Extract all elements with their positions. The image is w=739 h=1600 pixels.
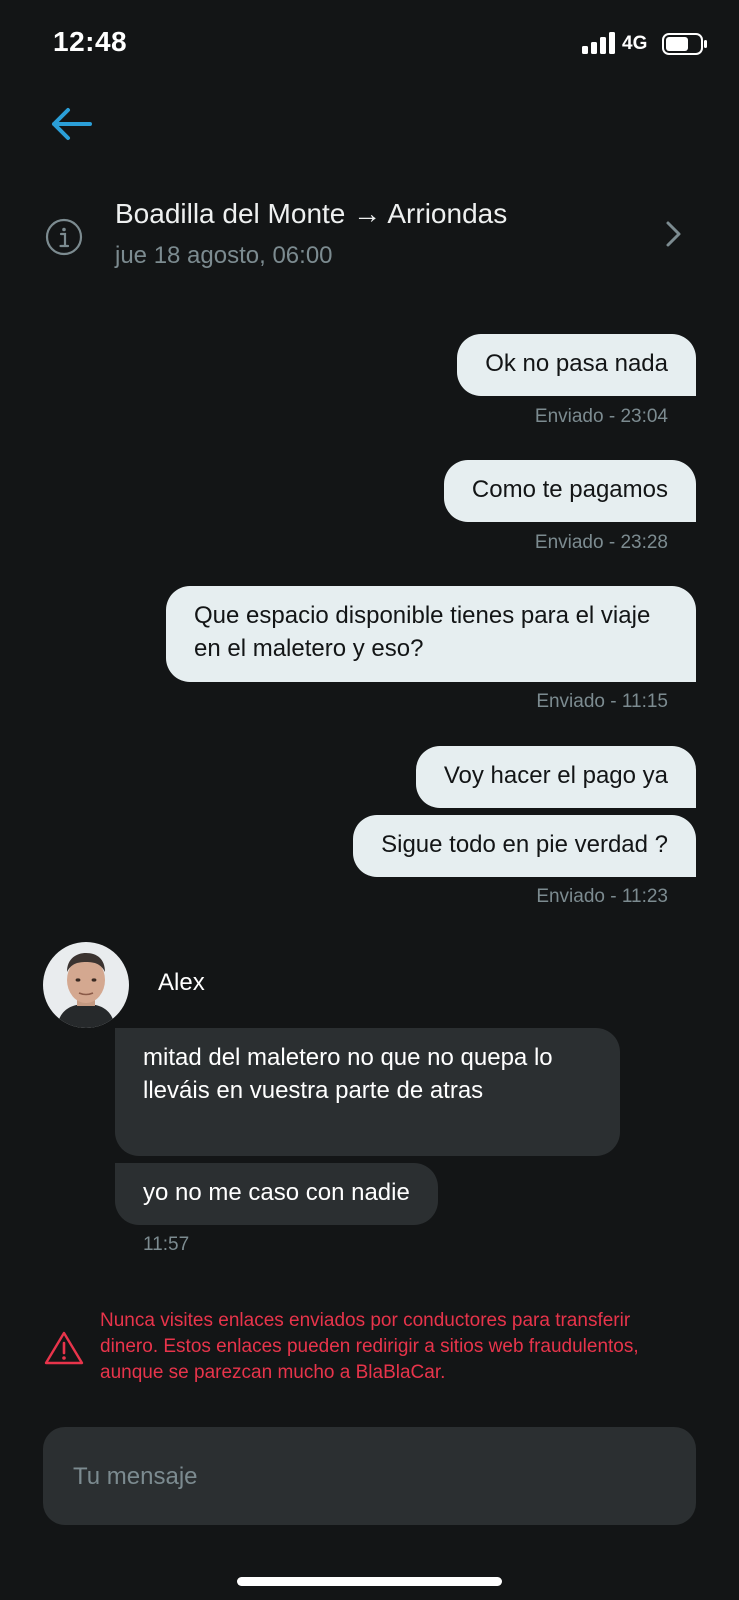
status-time: 12:48 xyxy=(53,26,128,57)
received-message-bubble[interactable]: mitad del maletero no que no quepa lo ll… xyxy=(115,1028,620,1156)
back-arrow-icon xyxy=(52,108,92,140)
warning-icon xyxy=(44,1331,84,1365)
sent-message-bubble[interactable]: Como te pagamos xyxy=(443,460,696,522)
received-message-bubble[interactable]: yo no me caso con nadie xyxy=(115,1163,438,1225)
info-icon xyxy=(45,218,83,256)
warning-text: Nunca visites enlaces enviados por condu… xyxy=(100,1310,639,1383)
sent-message-status: Enviado - 23:28 xyxy=(534,532,668,553)
battery-icon xyxy=(662,33,707,55)
home-indicator[interactable] xyxy=(237,1577,502,1586)
sender-name: Alex xyxy=(158,969,205,996)
message-input[interactable] xyxy=(71,1427,675,1527)
message-composer[interactable] xyxy=(43,1427,696,1527)
trip-date: jue 18 agosto, 06:00 xyxy=(115,242,333,269)
signal-icon xyxy=(582,32,615,54)
avatar-photo xyxy=(43,942,129,1028)
sent-message-bubble[interactable]: Voy hacer el pago ya xyxy=(415,746,696,808)
chevron-right-icon xyxy=(666,221,681,247)
sent-message-bubble[interactable]: Sigue todo en pie verdad ? xyxy=(353,815,696,877)
sent-message-bubble[interactable]: Que espacio disponible tienes para el vi… xyxy=(166,586,696,682)
status-bar: 12:48 4G xyxy=(0,0,739,90)
network-type: 4G xyxy=(622,33,648,54)
sent-message-status: Enviado - 11:23 xyxy=(536,886,668,907)
sent-message-bubble[interactable]: Ok no pasa nada xyxy=(457,334,696,396)
sent-message-status: Enviado - 11:15 xyxy=(536,691,668,712)
sent-message-status: Enviado - 23:04 xyxy=(534,406,668,427)
received-message-time: 11:57 xyxy=(143,1234,190,1255)
back-button[interactable] xyxy=(46,104,96,144)
trip-header[interactable]: Boadilla del Monte → Arriondas jue 18 ag… xyxy=(0,185,739,285)
safety-warning: Nunca visites enlaces enviados por condu… xyxy=(0,1308,739,1388)
trip-route: Boadilla del Monte → Arriondas xyxy=(115,198,508,229)
avatar[interactable] xyxy=(43,942,129,1028)
